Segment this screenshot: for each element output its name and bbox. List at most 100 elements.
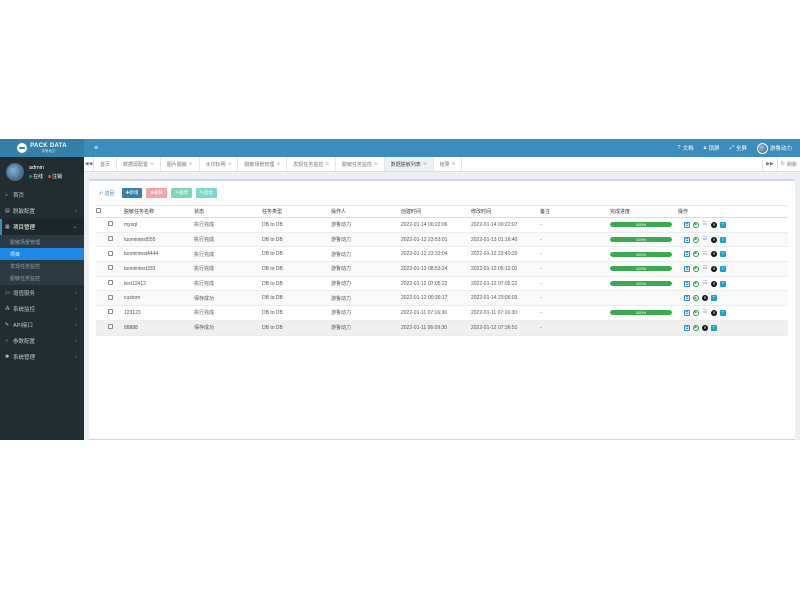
tab-masking-list[interactable]: 数据脱敏列表 ⊗ xyxy=(384,157,434,171)
sidebar-item-params[interactable]: ○ 参数配置 ‹ xyxy=(0,333,84,349)
lock-button[interactable]: 🔒︎ 锁屏 xyxy=(704,144,720,153)
copy-icon[interactable]: ⧉ xyxy=(684,295,690,302)
filter-icon[interactable]: ⊤ xyxy=(720,251,726,258)
stop-icon[interactable]: ✕ xyxy=(711,221,717,228)
back-button[interactable]: ↶ 返回 xyxy=(99,190,115,197)
copy-icon[interactable]: ⧉ xyxy=(684,251,690,258)
table-row[interactable]: 123123 执行完成 DB to DB 游鲁动力 2022-01-11 07:16:3… xyxy=(96,305,788,321)
tab-result[interactable]: 结果 ⊗ xyxy=(434,157,463,171)
row-checkbox[interactable] xyxy=(96,276,124,292)
brand-logo[interactable]: PACK DATA 游鲁动力 xyxy=(0,139,84,157)
play-icon[interactable]: ▶ xyxy=(693,221,699,228)
sidebar-item-home[interactable]: ⌂ 首页 xyxy=(0,187,84,203)
sidebar-subitem-discovery-monitor[interactable]: 发现任务监控 xyxy=(0,260,84,272)
close-icon[interactable]: ⊗ xyxy=(423,161,427,167)
close-icon[interactable]: ⊗ xyxy=(374,161,378,167)
col-header-modified[interactable]: 修改时间 xyxy=(471,205,540,218)
doc-button[interactable]: ? 文档 xyxy=(678,144,694,152)
table-row[interactable]: tuomintest4444 执行完成 DB to DB 游鲁动力 2022-01-12… xyxy=(96,246,788,263)
log-icon[interactable]: ☷ xyxy=(702,266,708,272)
tab-scene[interactable]: 脱敏场景管理 ⊗ xyxy=(238,157,288,171)
edit-button[interactable]: ✎ 修改 xyxy=(171,188,192,198)
table-row[interactable]: tuomintest555 执行完成 DB to DB 游鲁动力 2022-01-12 … xyxy=(96,232,788,248)
row-checkbox[interactable] xyxy=(96,246,124,263)
refresh-button[interactable]: ↻ 刷新 xyxy=(776,157,800,171)
tab-discovery-monitor[interactable]: 发现任务监控 ⊗ xyxy=(287,157,336,171)
tab-scroll-right-icon[interactable]: ▶▶ xyxy=(762,157,777,171)
play-icon[interactable]: ▶ xyxy=(693,251,699,258)
close-icon[interactable]: ⊗ xyxy=(150,161,154,167)
stop-icon[interactable]: ✕ xyxy=(711,265,717,272)
filter-icon[interactable]: ⊤ xyxy=(720,280,726,287)
table-row[interactable]: test12412 执行完成 DB to DB 游鲁动力 2022-01-12 07:0… xyxy=(96,276,788,292)
sidebar-item-project-management[interactable]: ▦ 项目管理 ⌄ xyxy=(0,219,84,235)
copy-icon[interactable]: ⧉ xyxy=(684,324,690,331)
row-checkbox[interactable] xyxy=(96,290,124,307)
col-header-name[interactable]: 脱敏任务名称 xyxy=(124,205,194,218)
stop-icon[interactable]: ✕ xyxy=(711,280,717,287)
stop-icon[interactable]: ✕ xyxy=(711,251,717,258)
tab-image-masking[interactable]: 图片脱敏 ⊗ xyxy=(161,157,200,171)
tab-watermark[interactable]: 水印标明 ⊗ xyxy=(200,157,239,171)
filter-icon[interactable]: ⊤ xyxy=(711,295,717,302)
row-checkbox[interactable] xyxy=(96,320,124,336)
log-icon[interactable]: ☷ xyxy=(702,237,708,243)
col-header-type[interactable]: 任务类型 xyxy=(262,205,331,218)
close-icon[interactable]: ⊗ xyxy=(276,161,280,167)
user-menu[interactable]: 游鲁动力 xyxy=(756,142,792,154)
col-header-created[interactable]: 创建时间 xyxy=(401,205,471,218)
sidebar-item-system-monitor[interactable]: ⁂ 系统监控 ‹ xyxy=(0,301,84,317)
filter-icon[interactable]: ⊤ xyxy=(720,221,726,228)
stop-icon[interactable]: ✕ xyxy=(711,309,717,316)
table-row[interactable]: 88888 保存成功 DB to DB 游鲁动力 2022-01-11 06:09:30… xyxy=(96,320,788,336)
sidebar-item-system-admin[interactable]: ✱ 系统管理 ‹ xyxy=(0,349,84,365)
log-icon[interactable]: ☷ xyxy=(702,222,708,228)
log-icon[interactable]: ☷ xyxy=(702,251,708,257)
log-icon[interactable]: ☷ xyxy=(702,281,708,287)
stop-icon[interactable]: ✕ xyxy=(702,295,708,302)
row-checkbox[interactable] xyxy=(96,232,124,248)
delete-button[interactable]: ✖ 删除 xyxy=(146,188,168,198)
stop-icon[interactable]: ✕ xyxy=(702,324,708,331)
close-icon[interactable]: ⊗ xyxy=(325,161,329,167)
sidebar-item-masking-config[interactable]: ▤ 脱敏配置 ‹ xyxy=(0,203,84,219)
copy-icon[interactable]: ⧉ xyxy=(684,221,690,228)
col-header-operator[interactable]: 操作人 xyxy=(331,205,401,218)
play-icon[interactable]: ▶ xyxy=(693,295,699,302)
filter-icon[interactable]: ⊤ xyxy=(711,324,717,331)
sidebar-subitem-scene[interactable]: 脱敏场景管理 xyxy=(0,236,84,248)
close-icon[interactable]: ⊗ xyxy=(189,161,193,167)
filter-icon[interactable]: ⊤ xyxy=(720,236,726,243)
sidebar-item-api[interactable]: ✎ API接口 ‹ xyxy=(0,317,84,333)
sidebar-item-value-added[interactable]: ▭ 增值服务 ‹ xyxy=(0,285,84,301)
copy-icon[interactable]: ⧉ xyxy=(684,236,690,243)
row-checkbox[interactable] xyxy=(96,261,124,277)
filter-icon[interactable]: ⊤ xyxy=(720,309,726,316)
fullscreen-button[interactable]: ⤢ 全屏 xyxy=(730,144,747,153)
log-icon[interactable]: ☷ xyxy=(702,310,708,316)
col-header-note[interactable]: 备注 xyxy=(540,205,610,218)
tab-datasource[interactable]: 数据源配置 ⊗ xyxy=(117,157,161,171)
table-row[interactable]: tuomintest333 执行完成 DB to DB 游鲁动力 2022-01-12 … xyxy=(96,261,788,277)
tab-masking-monitor[interactable]: 脱敏任务监控 ⊗ xyxy=(336,157,385,171)
tab-home[interactable]: 首页 xyxy=(94,157,118,171)
tab-scroll-left-icon[interactable]: ◀◀ xyxy=(84,157,94,171)
copy-icon[interactable]: ⧉ xyxy=(684,280,690,287)
logout-link[interactable]: 注销 xyxy=(48,173,62,180)
play-icon[interactable]: ▶ xyxy=(693,324,699,331)
hamburger-icon[interactable]: ≡ xyxy=(94,145,98,152)
copy-icon[interactable]: ⧉ xyxy=(684,309,690,316)
table-row[interactable]: custom 保存成功 DB to DB 游鲁动力 2022-01-12 00:36:1… xyxy=(96,290,788,307)
close-icon[interactable]: ⊗ xyxy=(228,161,232,167)
col-header-status[interactable]: 状态 xyxy=(194,205,262,218)
row-checkbox[interactable] xyxy=(96,217,124,233)
sidebar-subitem-masking-monitor[interactable]: 脱敏任务监控 xyxy=(0,272,84,284)
sidebar-subitem-project[interactable]: 项目 xyxy=(0,248,84,260)
play-icon[interactable]: ▶ xyxy=(693,265,699,272)
play-icon[interactable]: ▶ xyxy=(693,236,699,243)
row-checkbox[interactable] xyxy=(96,305,124,321)
play-icon[interactable]: ▶ xyxy=(693,309,699,316)
filter-icon[interactable]: ⊤ xyxy=(720,265,726,272)
run-button[interactable]: ✎ 启动 xyxy=(195,188,217,198)
stop-icon[interactable]: ✕ xyxy=(711,236,717,243)
